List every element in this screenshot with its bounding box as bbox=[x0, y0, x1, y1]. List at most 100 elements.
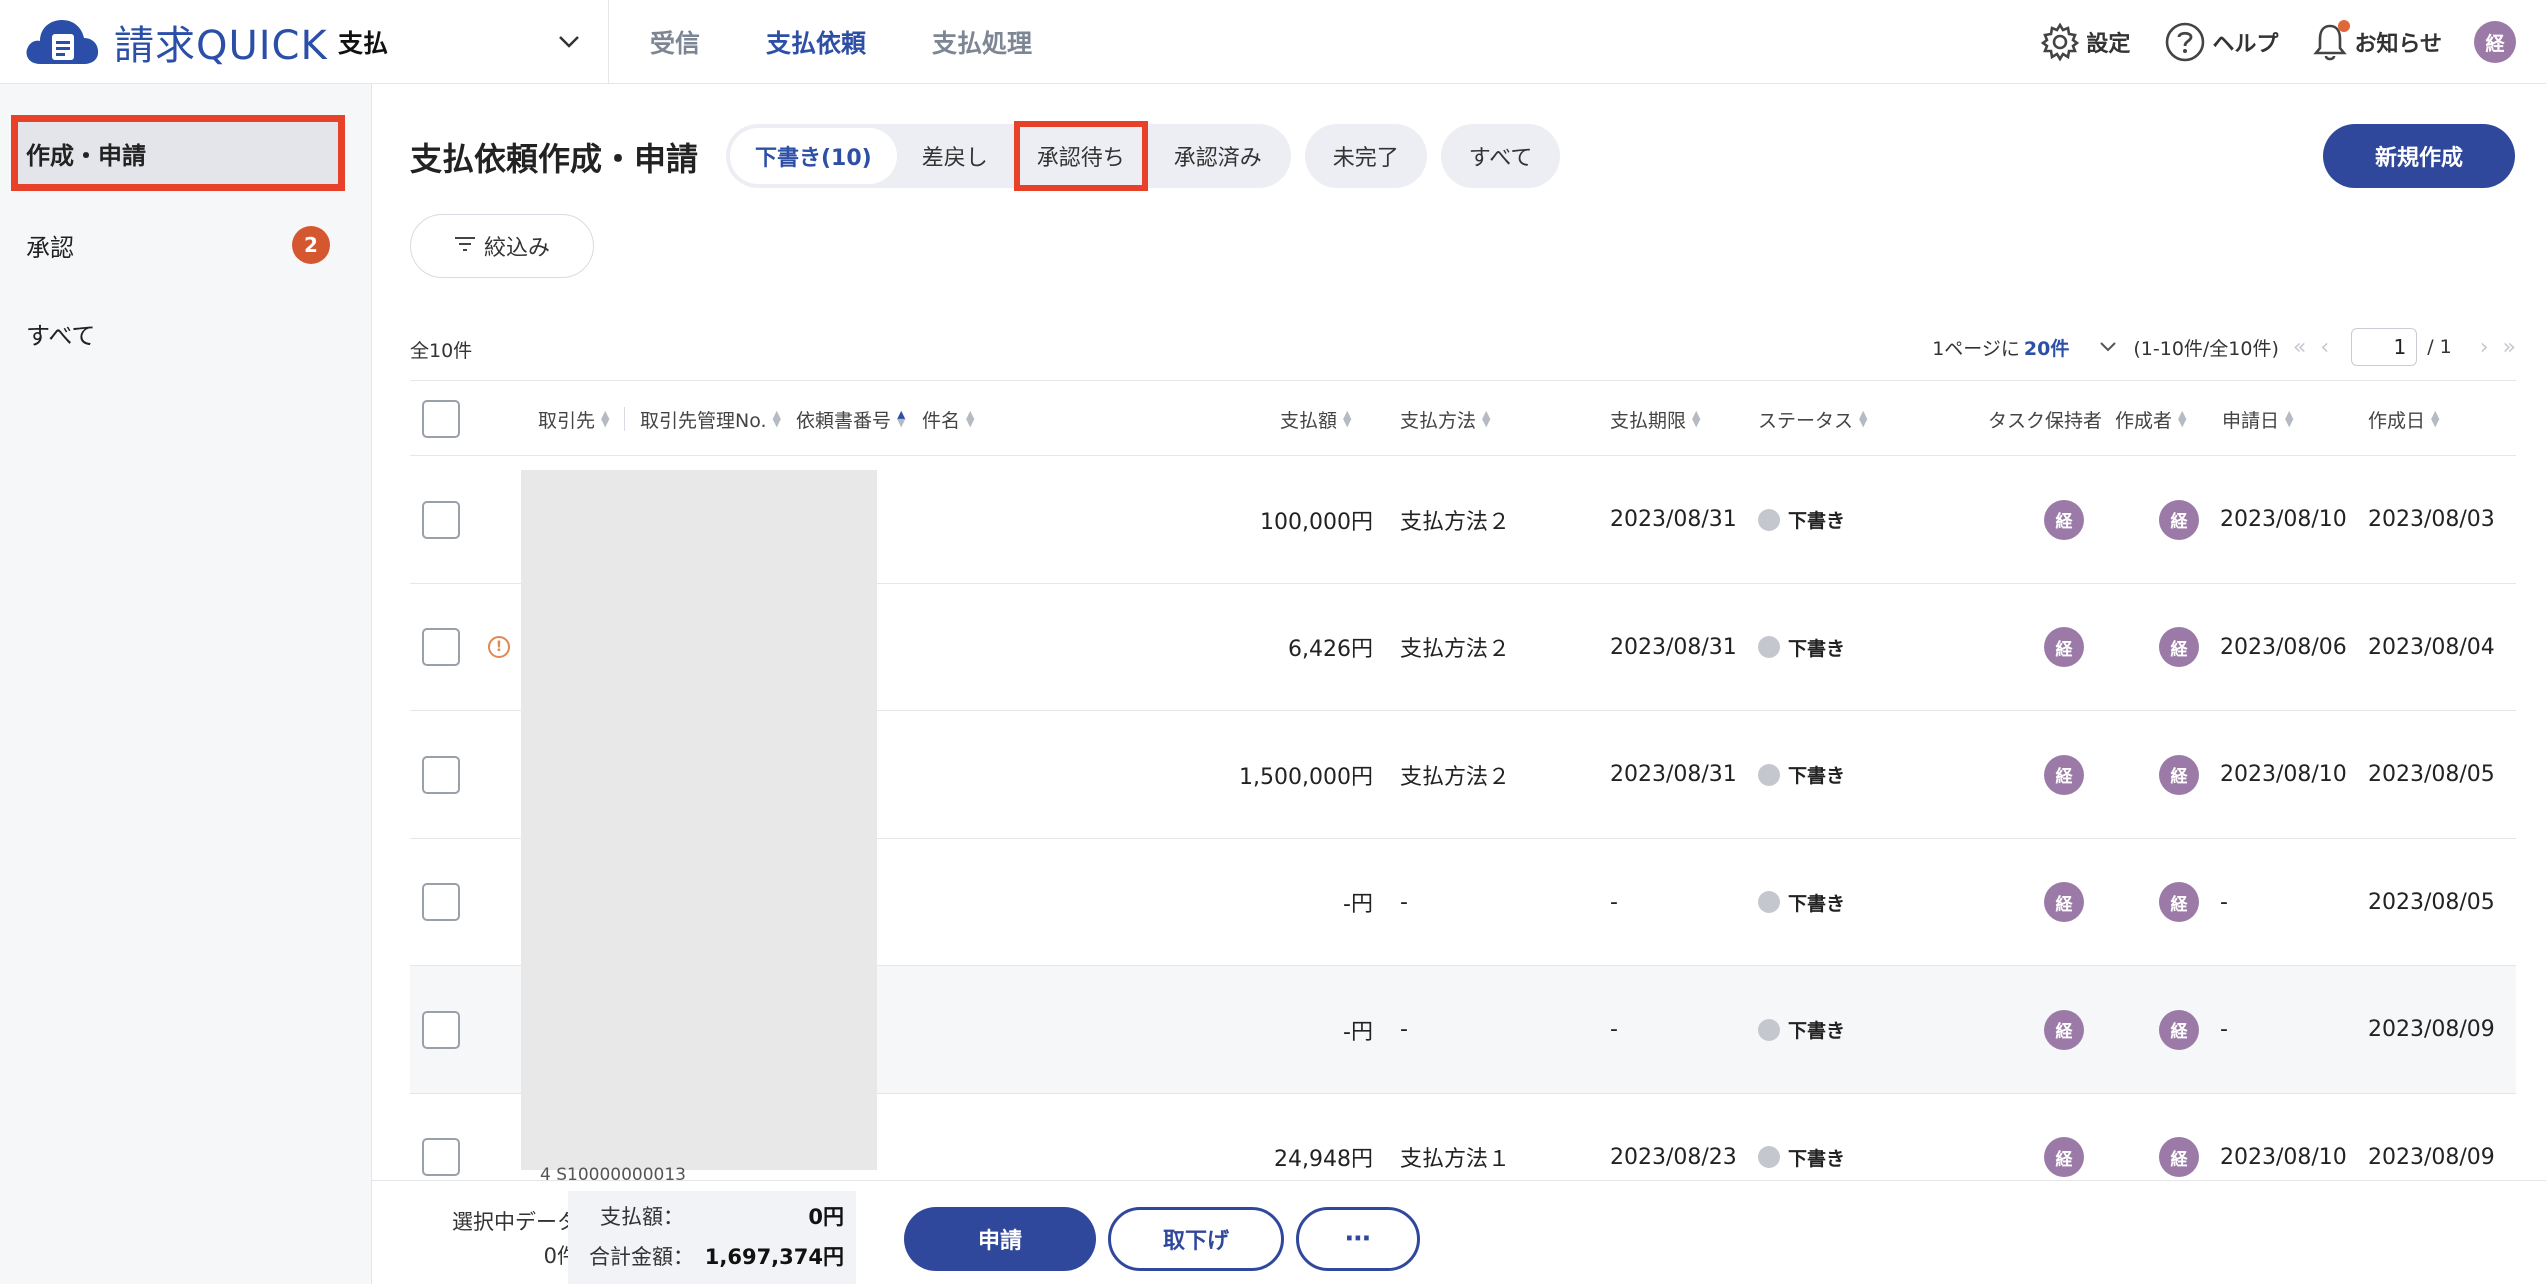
app-logo[interactable]: 請求QUICK bbox=[24, 14, 328, 70]
tab-approved[interactable]: 承認済み bbox=[1149, 128, 1287, 184]
col-method[interactable]: 支払方法 ▲ ▼ bbox=[1400, 381, 1490, 457]
status-label: 下書き bbox=[1788, 1020, 1846, 1042]
approval-count-badge: 2 bbox=[292, 226, 330, 264]
top-header: 請求QUICK 支払 受信 支払依頼 支払処理 設定 ヘルプ お知らせ 経 bbox=[0, 0, 2546, 84]
task-holder-cell: 経 bbox=[2044, 966, 2084, 1093]
pagination: 1ページに 20件 (1-10件/全10件) « ‹ / 1 › » bbox=[1932, 328, 2516, 366]
chevron-down-icon[interactable] bbox=[2099, 336, 2117, 358]
filter-button[interactable]: 絞込み bbox=[410, 214, 594, 278]
task-holder-avatar[interactable]: 経 bbox=[2044, 754, 2084, 795]
new-create-button[interactable]: 新規作成 bbox=[2323, 124, 2515, 188]
task-holder-avatar[interactable]: 経 bbox=[2044, 882, 2084, 922]
applied-date-cell: 2023/08/10 bbox=[2220, 762, 2347, 787]
sort-icon: ▲ ▼ bbox=[2431, 408, 2440, 429]
task-holder-avatar[interactable]: 経 bbox=[2044, 627, 2084, 667]
sum-box: 支払額： 0円 合計金額： 1,697,374円 bbox=[568, 1191, 856, 1284]
tab-all[interactable]: すべて bbox=[1440, 124, 1561, 188]
sidebar-item-label: 承認 bbox=[26, 233, 74, 262]
more-actions-button[interactable]: ⋯ bbox=[1296, 1207, 1420, 1271]
user-avatar[interactable]: 経 bbox=[2474, 21, 2516, 63]
payment-amount-line: 支払額： 0円 bbox=[568, 1201, 844, 1231]
created-date-cell: 2023/08/05 bbox=[2368, 762, 2495, 787]
method-cell: 支払方法２ bbox=[1400, 509, 1511, 535]
status-dot bbox=[1758, 763, 1780, 786]
creator-avatar[interactable]: 経 bbox=[2159, 1009, 2199, 1050]
col-applied-date[interactable]: 申請日 ▲ ▼ bbox=[2222, 381, 2293, 457]
logo-text: 請求QUICK bbox=[114, 23, 328, 69]
col-status[interactable]: ステータス ▲ ▼ bbox=[1758, 381, 1867, 457]
task-holder-cell: 経 bbox=[2044, 584, 2084, 711]
tab-draft[interactable]: 下書き(10) bbox=[730, 128, 897, 184]
col-vendor-no[interactable]: 取引先管理No. ▲ ▼ bbox=[640, 381, 781, 457]
tab-incomplete[interactable]: 未完了 bbox=[1304, 124, 1427, 188]
task-holder-avatar[interactable]: 経 bbox=[2044, 1009, 2084, 1050]
nav-receive[interactable]: 受信 bbox=[650, 24, 700, 60]
col-request-no[interactable]: 依頼書番号 ▲ ▼ bbox=[796, 381, 905, 457]
sidebar-item-all[interactable]: すべて bbox=[14, 298, 342, 368]
created-date-cell: 2023/08/05 bbox=[2368, 889, 2495, 915]
sidebar-item-create-apply[interactable]: 作成・申請 bbox=[11, 115, 345, 191]
selected-data-label: 選択中データ bbox=[452, 1210, 578, 1234]
status-tabs: 下書き(10) 差戻し 承認待ち 承認済み 未完了 すべて bbox=[726, 121, 1561, 191]
col-task-holder: タスク保持者 bbox=[1988, 409, 2103, 432]
module-label: 支払 bbox=[338, 29, 389, 58]
creator-avatar[interactable]: 経 bbox=[2159, 627, 2199, 667]
status-dot bbox=[1758, 891, 1780, 913]
applied-date-cell: - bbox=[2220, 889, 2228, 915]
last-page-icon[interactable]: » bbox=[2503, 335, 2516, 360]
select-all-checkbox[interactable] bbox=[422, 400, 460, 438]
sort-icon: ▲ ▼ bbox=[772, 408, 782, 429]
sort-icon: ▲ ▼ bbox=[2285, 408, 2294, 429]
notification-dot bbox=[2338, 20, 2351, 32]
tab-awaiting-approval[interactable]: 承認待ち bbox=[1013, 121, 1148, 191]
creator-cell: 経 bbox=[2159, 456, 2199, 583]
col-vendor[interactable]: 取引先 ▲ ▼ bbox=[538, 381, 609, 457]
col-amount[interactable]: 支払額 ▲ ▼ bbox=[1280, 381, 1351, 457]
apply-button[interactable]: 申請 bbox=[904, 1207, 1096, 1271]
notifications-button[interactable]: お知らせ bbox=[2312, 20, 2442, 62]
page-title: 支払依頼作成・申請 bbox=[410, 140, 699, 178]
col-created-date[interactable]: 作成日 ▲ ▼ bbox=[2368, 381, 2439, 457]
settings-button[interactable]: 設定 bbox=[2040, 22, 2130, 62]
help-icon bbox=[2164, 21, 2206, 63]
method-cell: 支払方法２ bbox=[1400, 637, 1511, 662]
status-dot bbox=[1758, 508, 1780, 531]
creator-avatar[interactable]: 経 bbox=[2159, 882, 2199, 922]
status-cell: 下書き bbox=[1758, 711, 1845, 838]
module-select[interactable]: 支払 bbox=[338, 0, 610, 84]
col-subject[interactable]: 件名 ▲ ▼ bbox=[922, 381, 974, 457]
creator-avatar[interactable]: 経 bbox=[2159, 754, 2199, 795]
applied-date-cell: 2023/08/06 bbox=[2220, 634, 2347, 660]
status-cell: 下書き bbox=[1758, 584, 1845, 711]
first-page-icon[interactable]: « bbox=[2293, 335, 2306, 360]
tab-returned[interactable]: 差戻し bbox=[897, 128, 1013, 184]
status-dot bbox=[1758, 1146, 1780, 1168]
sidebar-item-approval[interactable]: 承認 2 bbox=[14, 210, 342, 280]
action-footer: 選択中データ 0件 支払額： 0円 合計金額： 1,697,374円 申請 取下… bbox=[372, 1180, 2546, 1284]
redacted-area bbox=[521, 470, 877, 1170]
sort-icon: ▲ ▼ bbox=[966, 408, 975, 429]
per-page-select[interactable]: 20件 bbox=[2024, 334, 2069, 361]
col-creator[interactable]: 作成者 ▲ ▼ bbox=[2115, 381, 2186, 457]
help-button[interactable]: ヘルプ bbox=[2164, 21, 2278, 63]
status-cell: 下書き bbox=[1758, 966, 1845, 1093]
creator-avatar[interactable]: 経 bbox=[2159, 499, 2199, 540]
nav-payment-processing[interactable]: 支払処理 bbox=[932, 24, 1032, 60]
task-holder-avatar[interactable]: 経 bbox=[2044, 1137, 2084, 1177]
status-dot bbox=[1758, 636, 1780, 658]
col-due-date[interactable]: 支払期限 ▲ ▼ bbox=[1610, 381, 1700, 457]
sidebar-item-label: すべて bbox=[26, 321, 96, 350]
creator-cell: 経 bbox=[2159, 839, 2199, 966]
table-header: 取引先 ▲ ▼ 取引先管理No. ▲ ▼ 依頼書番号 ▲ ▼ 件名 ▲ ▼ 支払額 ▲ ▼ 支払方法… bbox=[410, 380, 2516, 456]
page-number-input[interactable] bbox=[2351, 328, 2418, 366]
next-page-icon[interactable]: › bbox=[2480, 335, 2489, 360]
sort-icon: ▲ ▼ bbox=[601, 408, 610, 429]
due-date-cell: 2023/08/31 bbox=[1610, 762, 1737, 787]
prev-page-icon[interactable]: ‹ bbox=[2320, 335, 2329, 360]
due-date-cell: - bbox=[1610, 1017, 1618, 1042]
task-holder-avatar[interactable]: 経 bbox=[2044, 499, 2084, 540]
creator-avatar[interactable]: 経 bbox=[2159, 1137, 2199, 1177]
nav-payment-request[interactable]: 支払依頼 bbox=[766, 24, 866, 60]
withdraw-button[interactable]: 取下げ bbox=[1108, 1207, 1284, 1271]
status-label: 下書き bbox=[1788, 1147, 1846, 1170]
